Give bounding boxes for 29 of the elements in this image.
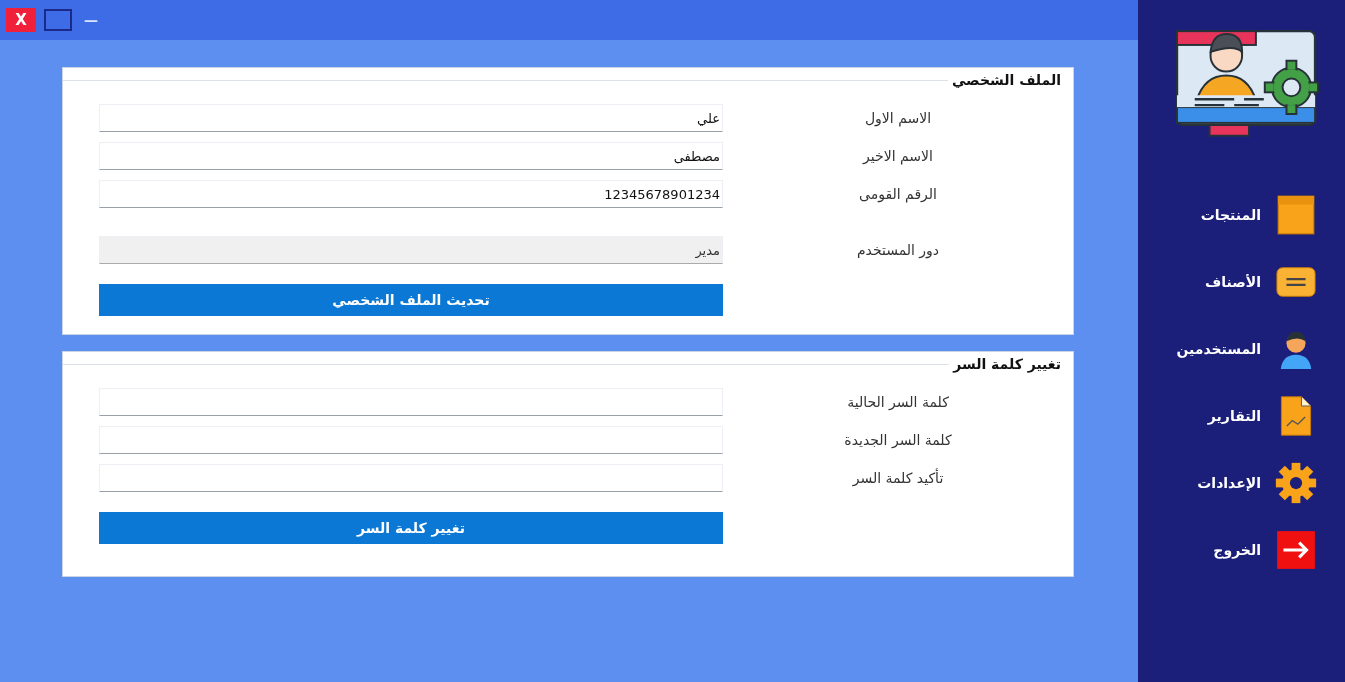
field-label: الاسم الاخير: [861, 148, 934, 164]
exit-icon: [1275, 528, 1317, 571]
sidebar-item[interactable]: الخروج: [1138, 527, 1345, 572]
sidebar-item[interactable]: المستخدمين: [1138, 326, 1345, 371]
field-label: تأكيد كلمة السر: [851, 470, 945, 486]
input-field[interactable]: [99, 464, 723, 492]
sidebar-item[interactable]: الأصناف: [1138, 259, 1345, 304]
input-field[interactable]: 12345678901234: [99, 180, 723, 208]
field-label: دور المستخدم: [855, 242, 941, 258]
close-button[interactable]: X: [6, 8, 36, 32]
input-field[interactable]: مصطفى: [99, 142, 723, 170]
input-field[interactable]: علي: [99, 104, 723, 132]
sidebar-item[interactable]: التقارير: [1138, 393, 1345, 438]
submit-button[interactable]: تحديث الملف الشخصي: [99, 284, 723, 316]
sidebar-item[interactable]: المنتجات: [1138, 192, 1345, 237]
input-field[interactable]: [99, 388, 723, 416]
sidebar-item[interactable]: الإعدادات: [1138, 460, 1345, 505]
box-icon: [1275, 193, 1317, 236]
field-label: كلمة السر الجديدة: [843, 432, 953, 448]
gear-icon: [1275, 461, 1317, 504]
field-label: كلمة السر الحالية: [846, 394, 950, 410]
field-label: الرقم القومى: [858, 186, 938, 202]
maximize-button[interactable]: [44, 9, 72, 31]
submit-button[interactable]: تغيير كلمة السر: [99, 512, 723, 544]
section-title: تغيير كلمة السر: [953, 356, 1061, 372]
input-field[interactable]: [99, 426, 723, 454]
minimize-button[interactable]: —: [80, 10, 102, 30]
section-title: الملف الشخصي: [951, 72, 1061, 88]
field-label: الاسم الاول: [863, 110, 933, 126]
